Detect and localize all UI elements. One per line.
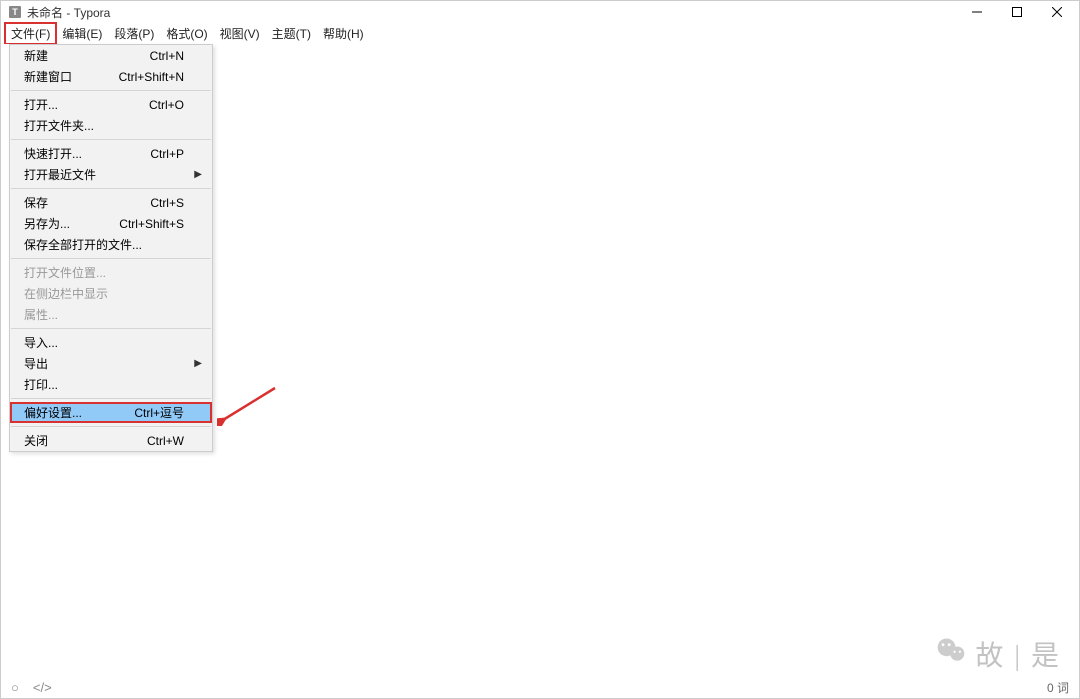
menu-separator	[11, 328, 211, 329]
menu-item-label: 打开文件位置...	[24, 264, 106, 281]
chevron-right-icon: ▶	[194, 358, 202, 369]
menu-item-properties: 属性...	[10, 304, 212, 325]
menu-file[interactable]: 文件(F)	[5, 23, 56, 44]
menu-item-open-recent[interactable]: 打开最近文件 ▶	[10, 164, 212, 185]
menu-separator	[11, 139, 211, 140]
menu-item-new[interactable]: 新建 Ctrl+N	[10, 45, 212, 66]
menu-item-shortcut: Ctrl+S	[150, 196, 184, 210]
menu-item-reveal-sidebar: 在侧边栏中显示	[10, 283, 212, 304]
window-controls	[957, 1, 1077, 23]
menu-separator	[11, 188, 211, 189]
menu-item-shortcut: Ctrl+逗号	[134, 404, 184, 421]
menu-item-shortcut: Ctrl+Shift+N	[119, 70, 184, 84]
menu-format[interactable]: 格式(O)	[160, 23, 213, 44]
menu-item-shortcut: Ctrl+W	[147, 434, 184, 448]
menu-help[interactable]: 帮助(H)	[317, 23, 370, 44]
titlebar: T 未命名 - Typora	[1, 1, 1079, 23]
menu-item-shortcut: Ctrl+O	[149, 98, 184, 112]
menu-item-label: 导入...	[24, 334, 58, 351]
app-icon: T	[9, 6, 21, 18]
menu-view[interactable]: 视图(V)	[214, 23, 266, 44]
menu-item-open-folder[interactable]: 打开文件夹...	[10, 115, 212, 136]
menu-item-open[interactable]: 打开... Ctrl+O	[10, 94, 212, 115]
menu-item-label: 关闭	[24, 432, 48, 449]
menu-item-save-as[interactable]: 另存为... Ctrl+Shift+S	[10, 213, 212, 234]
menu-item-label: 打开文件夹...	[24, 117, 94, 134]
menu-item-label: 另存为...	[24, 215, 70, 232]
menu-item-label: 保存全部打开的文件...	[24, 236, 142, 253]
menu-item-open-location: 打开文件位置...	[10, 262, 212, 283]
menu-item-save[interactable]: 保存 Ctrl+S	[10, 192, 212, 213]
menu-theme[interactable]: 主题(T)	[266, 23, 317, 44]
window-title: 未命名 - Typora	[27, 4, 110, 21]
menu-item-label: 打开最近文件	[24, 166, 96, 183]
menu-separator	[11, 398, 211, 399]
menu-edit[interactable]: 编辑(E)	[56, 23, 108, 44]
menu-separator	[11, 426, 211, 427]
menu-item-label: 新建	[24, 47, 48, 64]
menu-item-export[interactable]: 导出 ▶	[10, 353, 212, 374]
menu-item-print[interactable]: 打印...	[10, 374, 212, 395]
menu-item-preferences[interactable]: 偏好设置... Ctrl+逗号	[10, 402, 212, 423]
titlebar-left: T 未命名 - Typora	[9, 4, 110, 21]
menu-item-label: 新建窗口	[24, 68, 72, 85]
menu-item-label: 偏好设置...	[24, 404, 82, 421]
minimize-button[interactable]	[957, 1, 997, 23]
menu-separator	[11, 90, 211, 91]
word-count[interactable]: 0 词	[1047, 679, 1069, 696]
menu-item-import[interactable]: 导入...	[10, 332, 212, 353]
menu-item-label: 打开...	[24, 96, 58, 113]
source-code-mode-icon[interactable]: </>	[33, 680, 52, 695]
menu-item-new-window[interactable]: 新建窗口 Ctrl+Shift+N	[10, 66, 212, 87]
menu-item-label: 在侧边栏中显示	[24, 285, 108, 302]
menu-item-shortcut: Ctrl+P	[150, 147, 184, 161]
menu-item-label: 打印...	[24, 376, 58, 393]
menu-item-shortcut: Ctrl+Shift+S	[119, 217, 184, 231]
menubar: 文件(F) 编辑(E) 段落(P) 格式(O) 视图(V) 主题(T) 帮助(H…	[1, 23, 1079, 44]
file-menu-dropdown: 新建 Ctrl+N 新建窗口 Ctrl+Shift+N 打开... Ctrl+O…	[9, 44, 213, 452]
menu-item-label: 属性...	[24, 306, 58, 323]
menu-separator	[11, 258, 211, 259]
statusbar: ○ </> 0 词	[1, 676, 1079, 698]
menu-item-quick-open[interactable]: 快速打开... Ctrl+P	[10, 143, 212, 164]
chevron-right-icon: ▶	[194, 169, 202, 180]
menu-item-label: 保存	[24, 194, 48, 211]
menu-paragraph[interactable]: 段落(P)	[108, 23, 160, 44]
menu-item-label: 导出	[24, 355, 48, 372]
menu-item-shortcut: Ctrl+N	[150, 49, 184, 63]
close-button[interactable]	[1037, 1, 1077, 23]
sidebar-toggle-icon[interactable]: ○	[11, 680, 19, 695]
menu-item-save-all[interactable]: 保存全部打开的文件...	[10, 234, 212, 255]
statusbar-left: ○ </>	[11, 680, 52, 695]
menu-item-label: 快速打开...	[24, 145, 82, 162]
menu-item-close[interactable]: 关闭 Ctrl+W	[10, 430, 212, 451]
maximize-button[interactable]	[997, 1, 1037, 23]
